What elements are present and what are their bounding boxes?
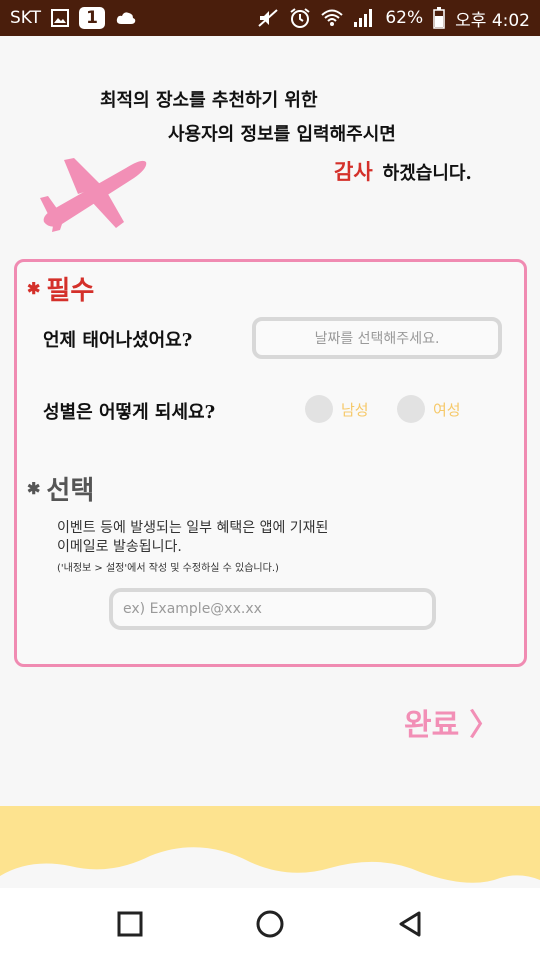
required-title: 필수 bbox=[46, 276, 95, 306]
info-form-box: ✱ 필수 언제 태어나셨어요? 날짜를 선택해주세요. 성별은 어떻게 되세요?… bbox=[14, 259, 527, 667]
intro-line-1: 최적의 장소를 추천하기 위한 bbox=[100, 90, 318, 111]
gallery-icon bbox=[51, 9, 70, 27]
gender-radio-female[interactable]: 여성 bbox=[397, 395, 461, 423]
radio-circle-icon bbox=[397, 395, 425, 423]
email-info-note: ('내정보 > 설정'에서 작성 및 수정하실 수 있습니다.) bbox=[57, 563, 279, 574]
radio-circle-icon bbox=[305, 395, 333, 423]
email-input[interactable]: ex) Example@xx.xx bbox=[109, 588, 436, 630]
email-info-text: 이벤트 등에 발생되는 일부 혜택은 앱에 기재된 이메일로 발송됩니다. bbox=[57, 519, 328, 557]
decorative-wave bbox=[0, 806, 540, 890]
home-button[interactable] bbox=[250, 904, 290, 944]
gender-female-label: 여성 bbox=[433, 400, 461, 419]
navigation-bar bbox=[0, 888, 540, 960]
gender-question-label: 성별은 어떻게 되세요? bbox=[43, 402, 216, 423]
birthdate-picker-input[interactable]: 날짜를 선택해주세요. bbox=[252, 317, 502, 359]
clock: 오후 4:02 bbox=[455, 10, 530, 31]
recent-apps-button[interactable] bbox=[110, 904, 150, 944]
gender-radio-male[interactable]: 남성 bbox=[305, 395, 369, 423]
chevron-right-icon: 〉 bbox=[469, 708, 500, 743]
signal-icon bbox=[353, 8, 375, 28]
optional-section-header: ✱ 선택 bbox=[27, 470, 94, 507]
airplane-icon bbox=[40, 158, 147, 232]
optional-star-icon: ✱ bbox=[27, 479, 41, 498]
status-bar: SKT 1 62% 오후 4:02 bbox=[0, 0, 540, 36]
birthdate-placeholder: 날짜를 선택해주세요. bbox=[314, 331, 440, 347]
done-label: 완료 bbox=[404, 708, 460, 743]
circle-icon bbox=[256, 910, 284, 938]
back-triangle-icon bbox=[399, 911, 421, 937]
optional-title: 선택 bbox=[46, 476, 95, 506]
carrier-label: SKT bbox=[10, 8, 42, 28]
intro-line-2: 사용자의 정보를 입력해주시면 bbox=[168, 124, 396, 145]
required-star-icon: ✱ bbox=[27, 279, 41, 298]
battery-icon bbox=[433, 7, 445, 29]
required-section-header: ✱ 필수 bbox=[27, 270, 94, 307]
done-button[interactable]: 완료 〉 bbox=[404, 700, 499, 744]
email-info-line-2: 이메일로 발송됩니다. bbox=[57, 539, 182, 555]
notification-badge-icon: 1 bbox=[79, 7, 106, 29]
thanks-highlight: 감사 bbox=[334, 159, 373, 184]
intro-line-3: 감사 하겠습니다. bbox=[334, 156, 472, 186]
email-info-line-1: 이벤트 등에 발생되는 일부 혜택은 앱에 기재된 bbox=[57, 520, 329, 536]
back-button[interactable] bbox=[390, 904, 430, 944]
birth-question-label: 언제 태어나셨어요? bbox=[43, 330, 193, 351]
battery-percent: 62% bbox=[385, 8, 424, 28]
alarm-icon bbox=[289, 7, 311, 29]
cloud-icon bbox=[115, 10, 137, 26]
gender-male-label: 남성 bbox=[341, 400, 369, 419]
wifi-icon bbox=[321, 8, 344, 28]
square-icon bbox=[117, 911, 143, 937]
email-placeholder: ex) Example@xx.xx bbox=[123, 601, 262, 617]
mute-icon bbox=[257, 8, 279, 28]
intro-line-3-rest: 하겠습니다. bbox=[382, 163, 472, 184]
